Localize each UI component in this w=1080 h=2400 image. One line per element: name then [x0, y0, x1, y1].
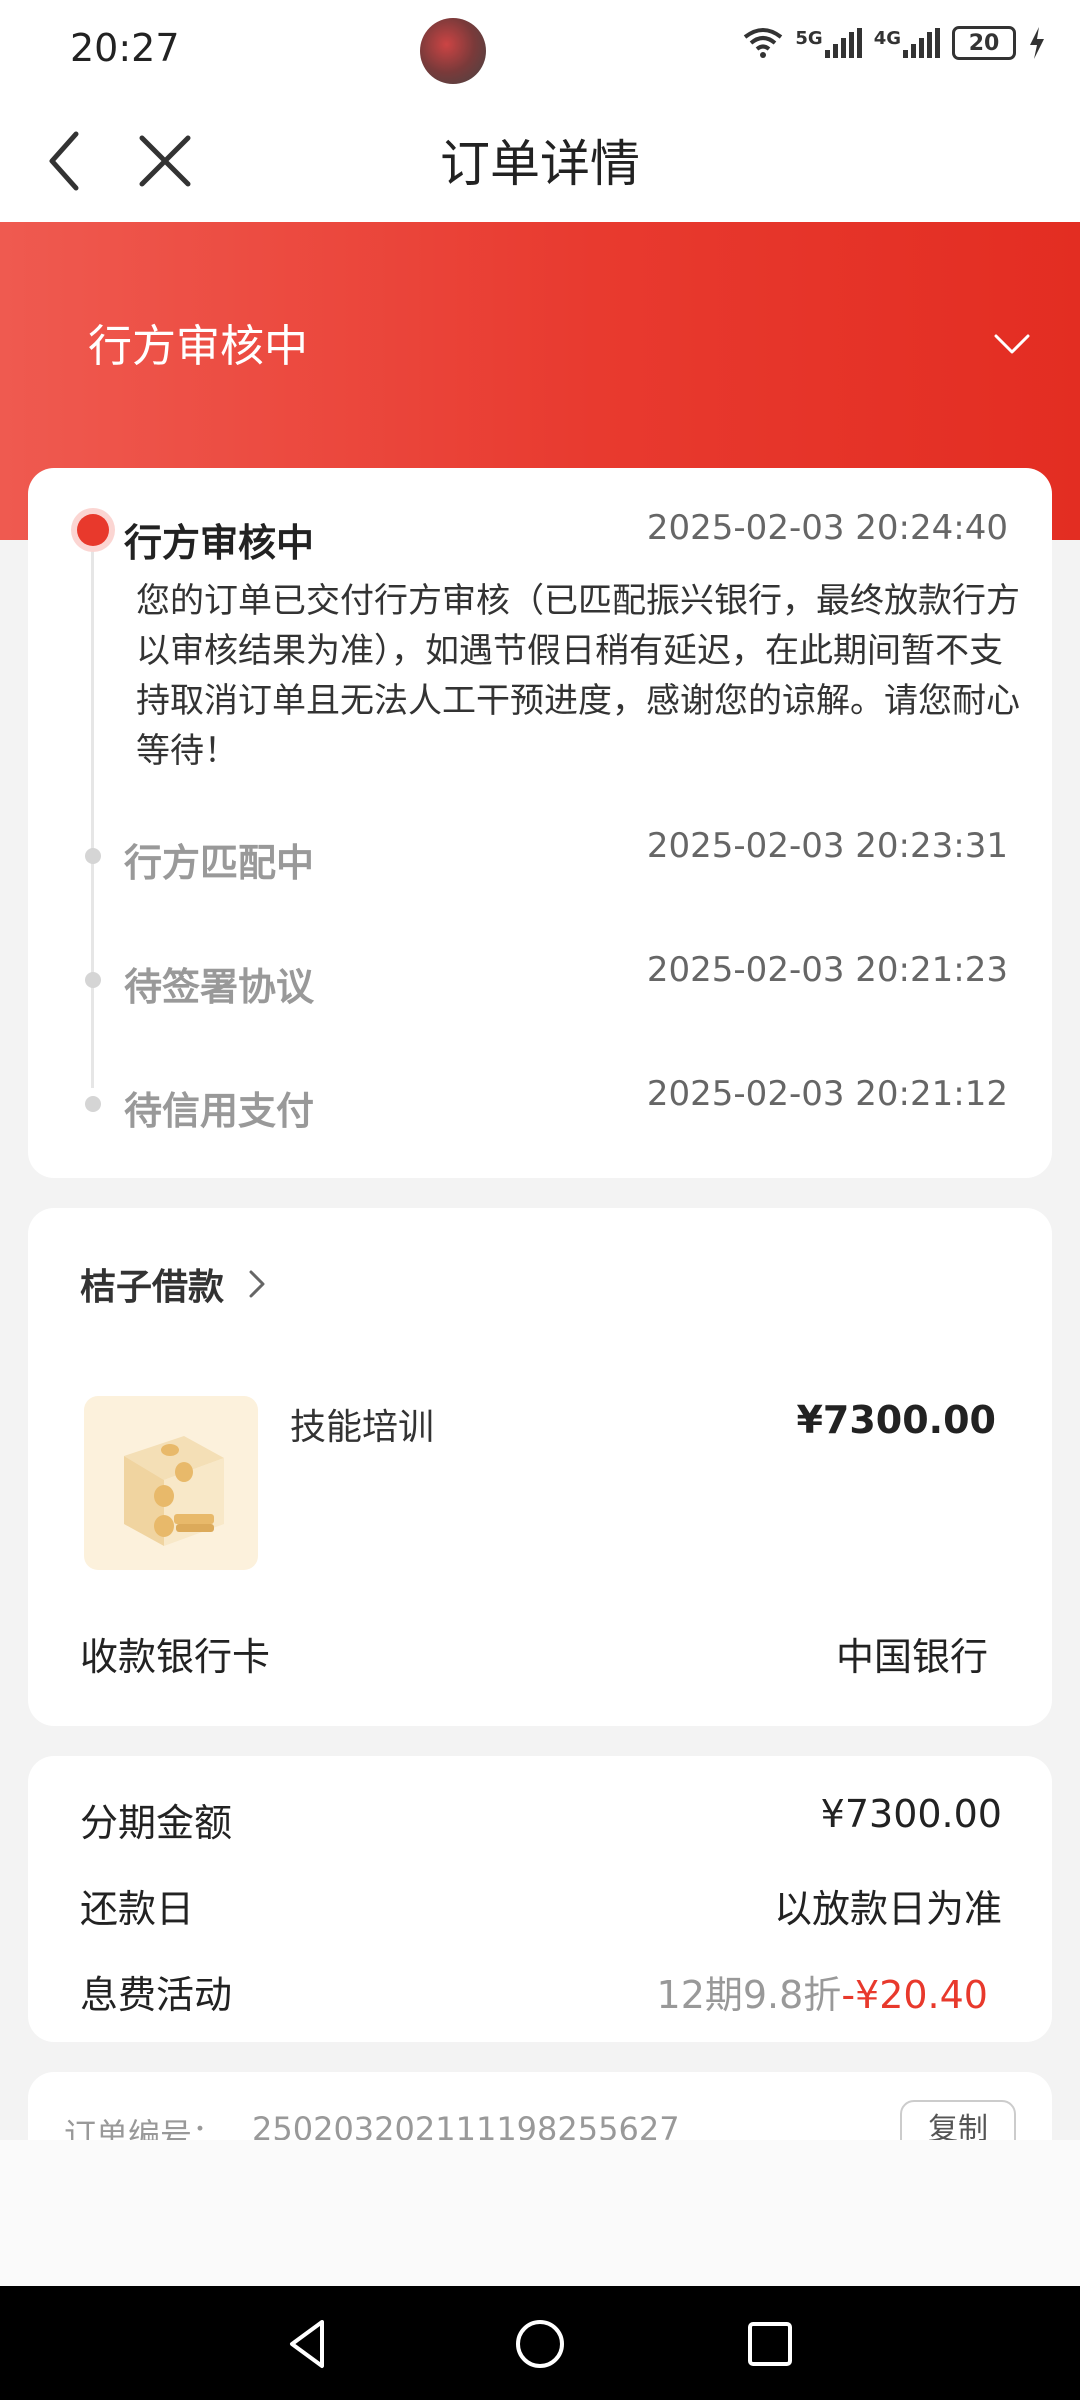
app-avatar-icon	[420, 18, 486, 84]
repay-day-label: 还款日	[80, 1887, 195, 1931]
installment-amount-label: 分期金额	[80, 1801, 233, 1845]
chevron-right-icon[interactable]	[243, 1266, 271, 1302]
charging-icon	[1030, 27, 1044, 59]
merchant-card: 桔子借款 技能培训 ¥7300.00 收款银行卡 中国银行	[28, 1208, 1052, 1726]
repay-day-value: 以放款日为准	[773, 1887, 1002, 1931]
status-bar: 20:27 5G 4G 20	[0, 0, 1080, 100]
status-icons: 5G 4G 20	[743, 26, 1046, 60]
timeline-item-title: 待信用支付	[124, 1089, 315, 1133]
product-image	[84, 1396, 258, 1570]
top-nav: 订单详情	[0, 100, 1080, 222]
bank-card-value: 中国银行	[835, 1635, 988, 1679]
status-time: 20:27	[70, 26, 180, 70]
timeline-item-time: 2025-02-03 20:21:23	[646, 950, 1008, 990]
timeline-dot	[85, 1096, 101, 1112]
installment-amount-value: ¥7300.00	[820, 1792, 1002, 1836]
signal-icon	[903, 28, 940, 58]
signal-4g: 4G	[874, 28, 940, 58]
order-timeline-card: 行方审核中 2025-02-03 20:24:40 您的订单已交付行方审核（已匹…	[28, 468, 1052, 1178]
fee-activity-desc: 12期9.8折	[656, 1973, 842, 2017]
chevron-down-icon[interactable]	[990, 322, 1034, 366]
timeline-line	[91, 528, 94, 1088]
nav-recents-icon[interactable]	[740, 2314, 800, 2374]
fee-activity-label: 息费活动	[80, 1973, 233, 2017]
copy-button[interactable]: 复制	[900, 2100, 1016, 2140]
timeline-item-desc: 您的订单已交付行方审核（已匹配振兴银行，最终放款行方以审核结果为准），如遇节假日…	[136, 581, 1020, 771]
timeline-item-time: 2025-02-03 20:24:40	[646, 508, 1008, 548]
timeline-item-time: 2025-02-03 20:23:31	[646, 826, 1008, 866]
installment-card: 分期金额 ¥7300.00 还款日 以放款日为准 息费活动 12期9.8折-¥2…	[28, 1756, 1052, 2042]
timeline-item-title: 行方审核中	[124, 521, 315, 565]
fee-activity-value: 12期9.8折-¥20.40	[657, 1964, 988, 2019]
wifi-icon	[744, 28, 783, 58]
timeline-dot	[85, 848, 101, 864]
timeline-dot	[85, 972, 101, 988]
timeline-dot-active	[77, 514, 109, 546]
order-number: 250203202111198255627	[252, 2110, 680, 2140]
nav-home-icon[interactable]	[510, 2314, 570, 2374]
order-status-title: 行方审核中	[88, 321, 308, 372]
battery-icon: 20	[952, 26, 1016, 60]
bank-card-label: 收款银行卡	[80, 1635, 271, 1679]
merchant-name[interactable]: 桔子借款	[80, 1258, 224, 1310]
timeline-item-title: 待签署协议	[124, 965, 315, 1009]
system-nav-bar	[0, 2286, 1080, 2400]
product-price: ¥7300.00	[796, 1398, 996, 1442]
product-name: 技能培训	[290, 1407, 435, 1448]
coins-icon	[124, 1436, 224, 1546]
nav-back-icon[interactable]	[278, 2314, 338, 2374]
signal-5g: 5G	[795, 28, 862, 58]
order-number-label: 订单编号：	[64, 2116, 225, 2140]
network-4g-label: 4G	[873, 28, 901, 49]
fee-discount: -¥20.40	[841, 1973, 988, 2017]
order-number-card: 订单编号： 250203202111198255627 复制	[28, 2072, 1052, 2140]
timeline-item-time: 2025-02-03 20:21:12	[646, 1074, 1008, 1114]
timeline-item-title: 行方匹配中	[124, 841, 315, 885]
page-title: 订单详情	[440, 135, 640, 193]
bottom-blank-area	[0, 2140, 1080, 2286]
network-5g-label: 5G	[795, 28, 823, 49]
signal-icon	[824, 28, 862, 58]
